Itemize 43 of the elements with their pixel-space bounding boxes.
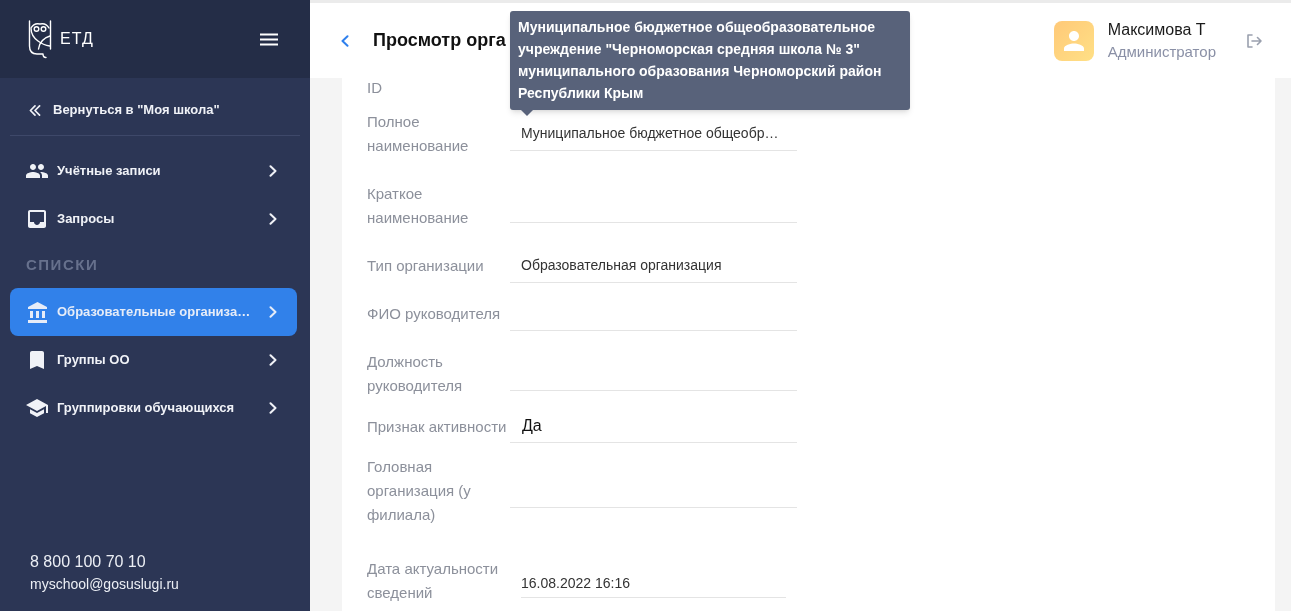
- section-title: СПИСКИ: [26, 255, 99, 276]
- field-label: Головная организация (у филиала): [367, 457, 472, 525]
- tooltip: Муниципальное бюджетное общеобразовательное учреждение "Черноморская средняя школа № 3" муниципального образования Черноморский район Республики Крым: [510, 11, 910, 110]
- field-label: ID: [367, 78, 382, 98]
- email-address: myschool@gosuslugi.ru: [30, 575, 179, 594]
- page-title: Просмотр орга: [373, 29, 506, 52]
- chevron-right-icon: [269, 213, 277, 225]
- sidebar-item[interactable]: Учётные записи: [10, 147, 297, 195]
- value-field: Да: [510, 410, 797, 443]
- bank-icon: [27, 301, 47, 323]
- chevron-right-icon: [269, 306, 277, 318]
- back-icon[interactable]: [341, 34, 349, 47]
- field-label: Тип организации: [367, 256, 485, 276]
- menu-icon[interactable]: [260, 32, 278, 46]
- value-field: 16.08.2022 16:16: [521, 564, 786, 598]
- graduation-cap-icon: [26, 399, 48, 417]
- field-label: Должность руководителя: [367, 352, 464, 396]
- chevron-right-icon: [269, 402, 277, 414]
- chevron-right-icon: [269, 354, 277, 366]
- phone-number: 8 800 100 70 10: [30, 552, 146, 572]
- tooltip-pointer-icon: [521, 110, 533, 116]
- user-role: Администратор: [1107, 41, 1216, 62]
- people-icon: [26, 164, 48, 178]
- bookmark-icon: [30, 351, 44, 369]
- field-label: Полное наименование: [367, 112, 470, 156]
- inbox-icon: [28, 210, 46, 228]
- owl-logo-icon: [28, 19, 52, 59]
- sidebar-item[interactable]: Группировки обучающихся: [10, 384, 297, 432]
- logout-icon[interactable]: [1247, 33, 1262, 48]
- avatar-icon: [1053, 20, 1094, 61]
- field-label: ФИО руководителя: [367, 304, 502, 324]
- sidebar-item[interactable]: Группы ОО: [10, 336, 297, 384]
- logo-text: ЕТД: [60, 29, 94, 49]
- user-name: Максимова Т: [1107, 19, 1206, 40]
- field-label: Признак активности: [367, 416, 508, 437]
- value-field: Муниципальное бюджетное общеобр…: [510, 117, 797, 151]
- field-label: Краткое наименование: [367, 184, 470, 228]
- field-label: Дата актуальности сведений: [367, 559, 500, 603]
- back-link[interactable]: Вернуться в "Моя школа": [29, 86, 290, 134]
- chevron-right-icon: [269, 165, 277, 177]
- sidebar-item[interactable]: Запросы: [10, 195, 297, 243]
- double-chevron-left-icon: [29, 104, 41, 116]
- value-field: Образовательная организация: [510, 249, 797, 283]
